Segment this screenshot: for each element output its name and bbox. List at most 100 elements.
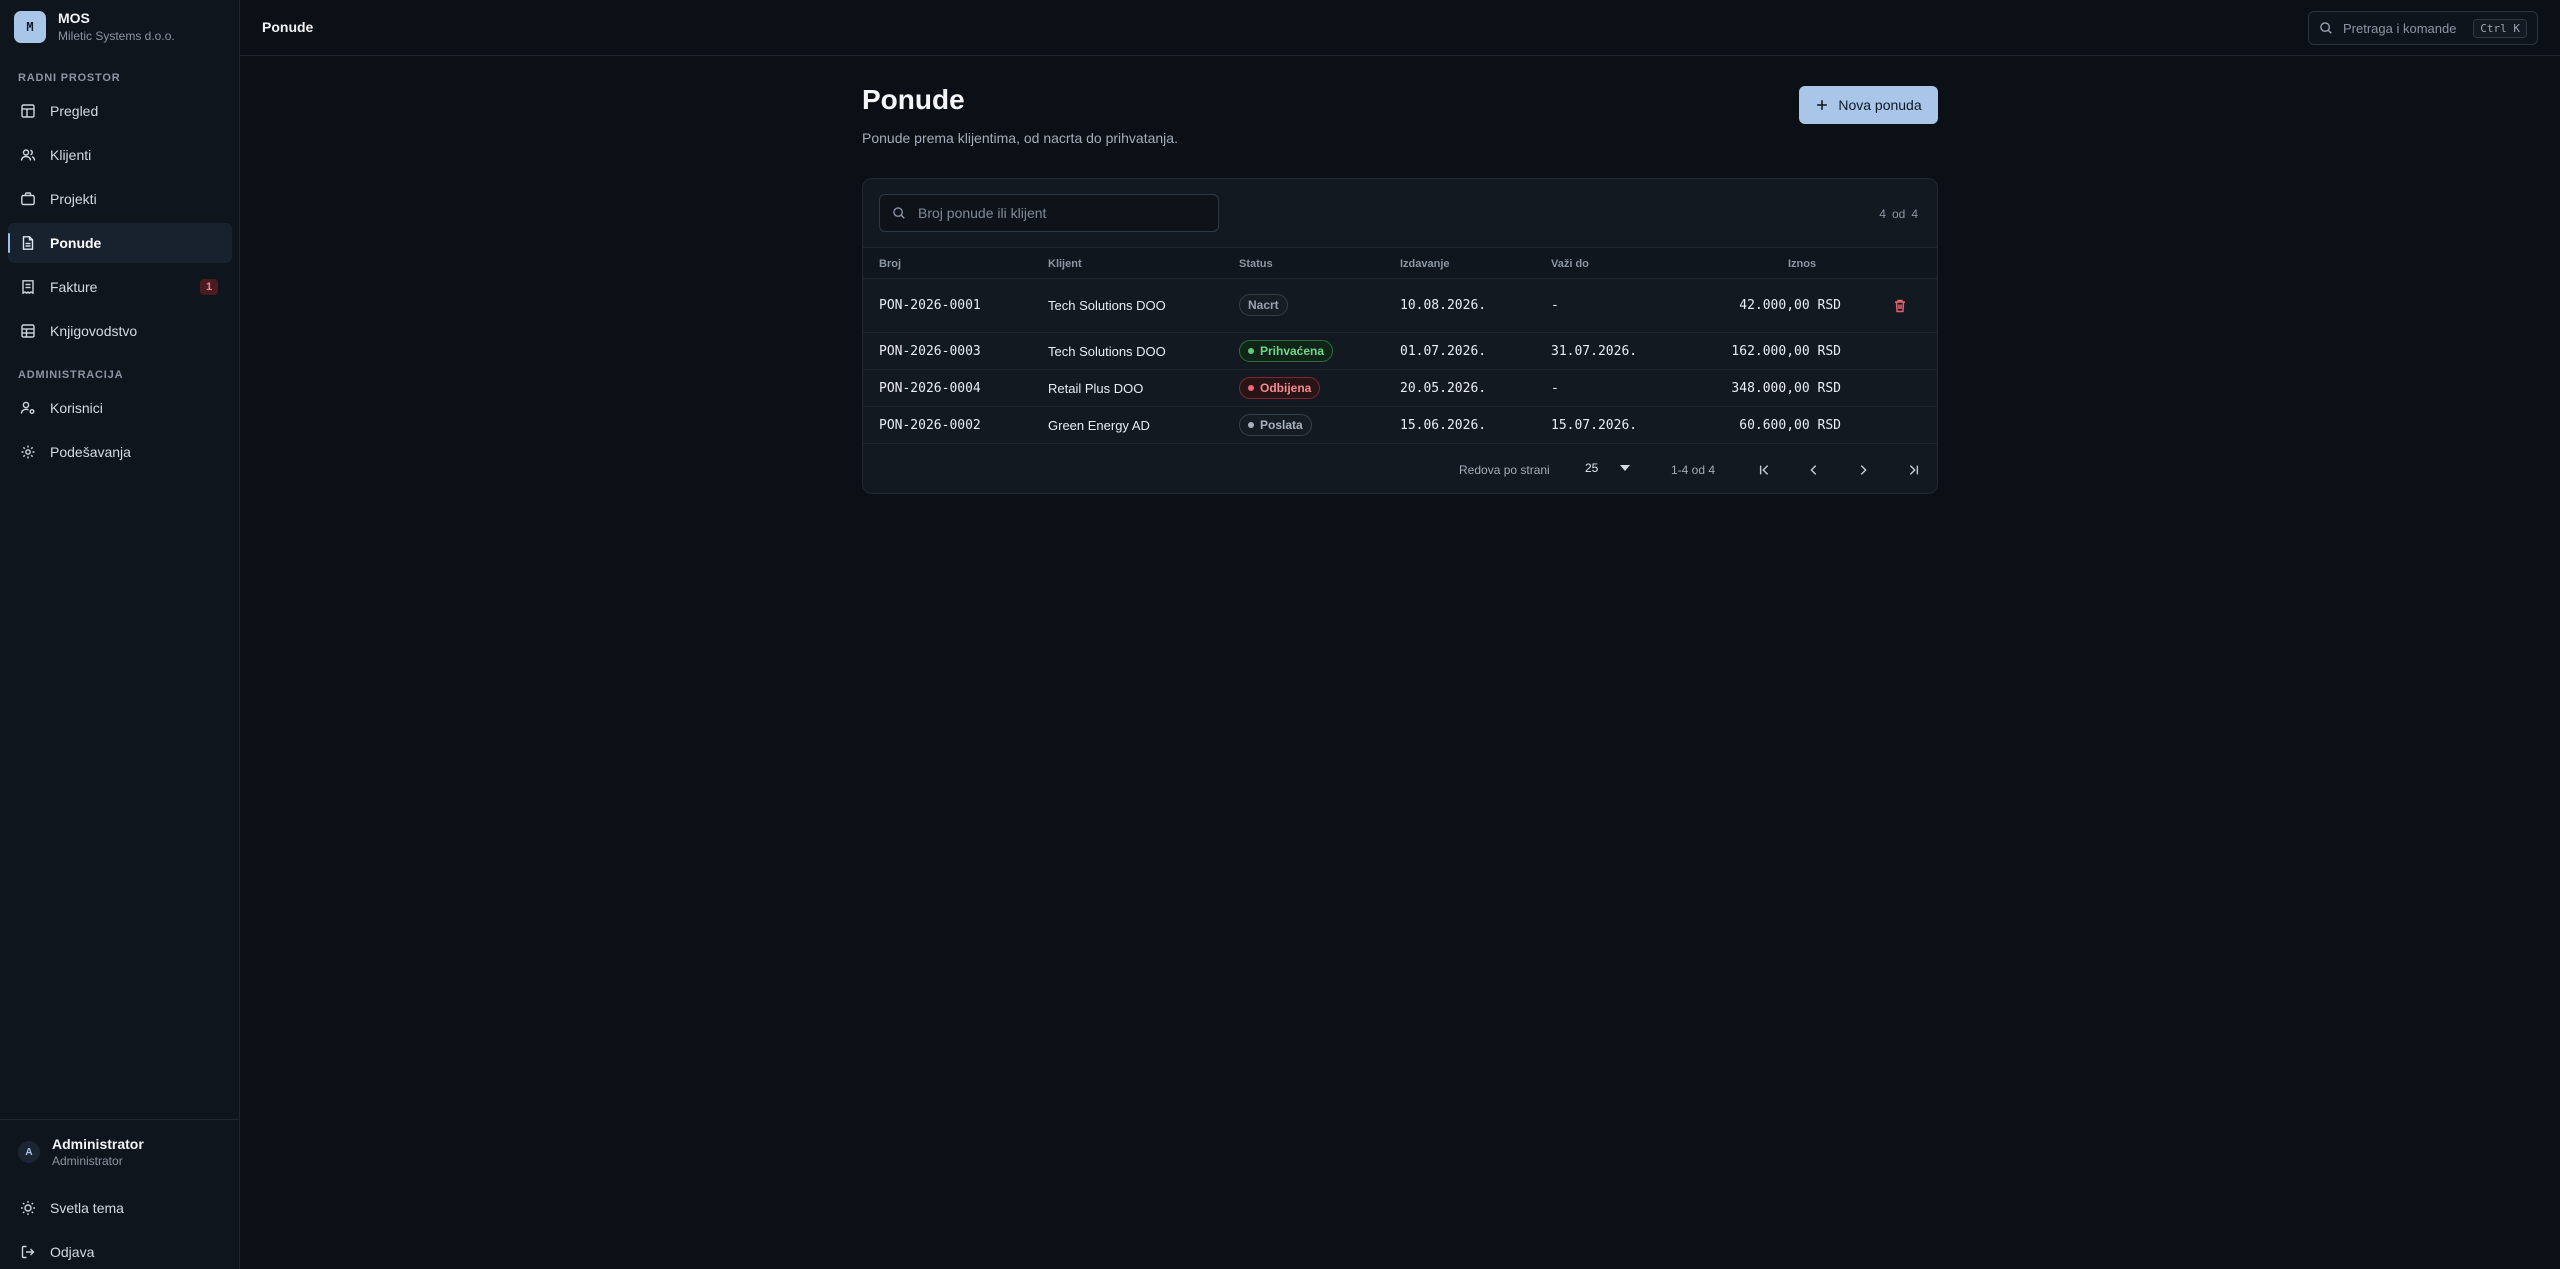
sidebar-item-korisnici[interactable]: Korisnici [8,388,232,428]
status-label: Prihvaćena [1260,344,1325,358]
pagination: Redova po strani 25 1-4 od 4 [863,447,1937,493]
chevron-down-icon [1620,465,1631,471]
amount: 348.000,00 RSD [1731,381,1841,396]
offer-number[interactable]: PON-2026-0003 [879,344,981,359]
plus-icon [1817,100,1828,110]
chevron-right-icon [1860,465,1867,475]
status-badge: Prihvaćena [1239,340,1334,362]
table-row[interactable]: PON-2026-0003 Tech Solutions DOO Prihvać… [863,333,1937,370]
gear-icon [21,445,35,459]
client-name: Retail Plus DOO [1048,381,1144,396]
sidebar-item-pregled[interactable]: Pregled [8,91,232,131]
sidebar-item-ponude[interactable]: Ponude [8,223,232,263]
sidebar-item-label: Projekti [50,191,97,207]
table-row[interactable]: PON-2026-0004 Retail Plus DOO Odbijena 2… [863,370,1937,407]
status-label: Poslata [1260,418,1303,432]
sidebar-item-label: Fakture [50,279,98,295]
count-separator: od [1891,207,1906,221]
logout-icon [21,1245,35,1259]
logout-button[interactable]: Odjava [8,1232,232,1269]
column-header-status[interactable]: Status [1239,258,1273,270]
amount: 42.000,00 RSD [1739,298,1841,313]
offer-search-input[interactable]: Broj ponude ili klijent [879,194,1219,232]
status-dot [1248,385,1254,391]
last-page-button[interactable] [1901,458,1925,482]
sidebar-item-label: Knjigovodstvo [50,323,138,339]
sidebar-item-podesavanja[interactable]: Podešavanja [8,432,232,472]
sidebar-item-projekti[interactable]: Projekti [8,179,232,219]
valid-until: 15.07.2026. [1551,418,1638,433]
chevron-left-icon [1810,465,1817,475]
logout-label: Odjava [50,1244,95,1260]
first-page-button[interactable] [1753,458,1777,482]
brand-name: MOS [58,10,90,26]
user-cog-icon [20,401,35,414]
topbar: Ponude Pretraga i komande Ctrl K [240,0,2560,56]
status-badge: Nacrt [1239,294,1288,316]
sidebar-item-label: Ponude [50,235,102,251]
new-offer-label: Nova ponuda [1838,97,1922,113]
user-profile[interactable]: A Administrator Administrator [18,1136,144,1168]
briefcase-icon [21,192,35,206]
offers-table-card: Broj ponude ili klijent 4 od 4 Broj Klijen… [862,178,1938,494]
brand-company: Miletic Systems d.o.o. [58,29,175,43]
table-row[interactable]: PON-2026-0002 Green Energy AD Poslata 15… [863,407,1937,444]
count-total: 4 [1911,207,1918,221]
brand[interactable]: M MOS Miletic Systems d.o.o. [14,10,175,43]
shortcut-hint: Ctrl K [2473,18,2527,38]
sidebar-item-label: Pregled [50,103,99,119]
offer-number[interactable]: PON-2026-0001 [879,298,981,313]
column-header-izdavanje[interactable]: Izdavanje [1400,258,1450,270]
breadcrumb: Ponude [262,19,314,35]
page-header: Ponude Ponude prema klijentima, od nacrt… [862,84,1938,146]
column-header-klijent[interactable]: Klijent [1048,258,1082,270]
column-header-iznos[interactable]: Iznos [1788,258,1816,270]
trash-icon[interactable] [1892,298,1908,314]
client-name: Tech Solutions DOO [1048,344,1166,359]
page-range: 1-4 od 4 [1671,463,1716,477]
count-shown: 4 [1879,207,1886,221]
new-offer-button[interactable]: Nova ponuda [1799,86,1938,124]
avatar: A [18,1141,40,1163]
offer-search-placeholder: Broj ponude ili klijent [918,205,1047,221]
offer-number[interactable]: PON-2026-0002 [879,418,981,433]
sidebar-item-label: Korisnici [50,400,103,416]
previous-page-button[interactable] [1802,458,1826,482]
file-icon [22,236,34,250]
table-row[interactable]: PON-2026-0001 Tech Solutions DOO Nacrt 1… [863,280,1937,333]
client-name: Tech Solutions DOO [1048,298,1166,313]
column-header-broj[interactable]: Broj [879,258,901,270]
issue-date: 15.06.2026. [1400,418,1487,433]
chevrons-left-icon [1759,465,1769,475]
amount: 162.000,00 RSD [1731,344,1841,359]
valid-until: - [1551,381,1559,396]
page-size-value: 25 [1585,461,1599,475]
workspace-section-label: RADNI PROSTOR [18,72,121,84]
sidebar: M MOS Miletic Systems d.o.o. RADNI PROST… [0,0,240,1269]
table-icon [21,324,35,338]
client-name: Green Energy AD [1048,418,1150,433]
sidebar-item-fakture[interactable]: Fakture 1 [8,267,232,307]
issue-date: 20.05.2026. [1400,381,1487,396]
table-header: Broj Klijent Status Izdavanje Važi do Iz… [863,247,1937,279]
user-name: Administrator [52,1136,144,1152]
theme-toggle-button[interactable]: Svetla tema [8,1188,232,1228]
sidebar-item-label: Klijenti [50,147,92,163]
receipt-icon [22,280,34,295]
command-search-placeholder: Pretraga i komande [2343,20,2457,36]
status-label: Odbijena [1260,381,1312,395]
result-count: 4 od 4 [1876,207,1921,221]
issue-date: 10.08.2026. [1400,298,1487,313]
issue-date: 01.07.2026. [1400,344,1487,359]
rows-per-page-select[interactable]: 25 [1585,461,1631,475]
theme-toggle-label: Svetla tema [50,1200,124,1216]
amount: 60.600,00 RSD [1739,418,1841,433]
offer-number[interactable]: PON-2026-0004 [879,381,981,396]
sidebar-item-knjigovodstvo[interactable]: Knjigovodstvo [8,311,232,351]
next-page-button[interactable] [1851,458,1875,482]
status-dot [1248,422,1254,428]
column-header-vazi-do[interactable]: Važi do [1551,258,1589,270]
sidebar-item-klijenti[interactable]: Klijenti [8,135,232,175]
status-label: Nacrt [1248,298,1279,312]
command-search[interactable]: Pretraga i komande Ctrl K [2308,11,2538,45]
